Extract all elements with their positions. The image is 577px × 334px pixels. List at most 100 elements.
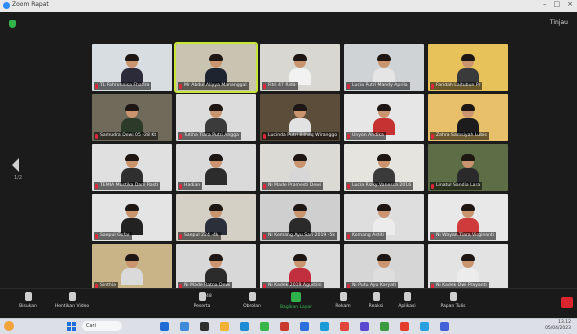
participant-tile[interactable]: Ni Wayan Tiara Virginanti	[428, 194, 508, 241]
participant-tile[interactable]: Fitri 47 Rida	[260, 44, 340, 91]
taskbar-app-icon[interactable]	[180, 322, 189, 331]
participant-video	[121, 254, 143, 285]
participant-tile[interactable]: Tutiha Tiara Putri Angga	[176, 94, 256, 141]
participant-tile[interactable]: Mr Abdul Aliyya Mananggal	[174, 42, 258, 93]
participant-video	[457, 254, 479, 285]
window-title: Zoom Rapat	[12, 1, 49, 8]
participant-name: Hadian	[184, 183, 201, 188]
muted-microphone-icon	[95, 183, 98, 189]
participant-name-label: Lucia Putri Mandy Aprila	[346, 82, 410, 90]
participant-tile[interactable]: Lucia Rizky Vanessa 2016	[344, 144, 424, 191]
participant-tile[interactable]: Unyon Andika	[344, 94, 424, 141]
taskbar-search[interactable]: Cari	[82, 321, 122, 331]
participant-tile[interactable]: TL Fahrunnisa Fhafira	[92, 44, 172, 91]
taskbar-app-icon[interactable]	[440, 322, 449, 331]
participant-video	[457, 204, 479, 235]
apps-button[interactable]: Aplikasi	[385, 292, 429, 309]
participant-name: Komang Astiti	[352, 233, 384, 238]
participant-name-label: Linatul Sandia Lara	[430, 182, 483, 190]
participant-video	[289, 204, 311, 235]
close-icon[interactable]: ×	[567, 0, 573, 8]
participant-name: Fitri 47 Rida	[268, 83, 296, 88]
taskbar-app-icon[interactable]	[360, 322, 369, 331]
participant-video	[457, 104, 479, 135]
participant-name-label: Tutiha Tiara Putri Angga	[178, 132, 241, 140]
participant-tile[interactable]: Lucinda Putri Bilhaq Wiranggo	[260, 94, 340, 141]
taskbar-app-icon[interactable]	[220, 322, 229, 331]
weather-icon[interactable]	[4, 321, 14, 331]
maximize-icon[interactable]: □	[554, 0, 561, 8]
participant-name: Ni Made Pramesti Dewi	[268, 183, 322, 188]
toolbar-label: Bagikan Layar	[279, 305, 313, 310]
taskbar-app-icon[interactable]	[320, 322, 329, 331]
participant-name: Mr Abdul Aliyya Mananggal	[184, 83, 247, 88]
taskbar-app-icon[interactable]	[260, 322, 269, 331]
participant-video	[121, 104, 143, 135]
start-button[interactable]	[67, 322, 76, 331]
participant-tile[interactable]: Ni Made Pramesti Dewi	[260, 144, 340, 191]
participant-tile[interactable]: Faridah Laitubun Pr	[428, 44, 508, 91]
reaction-icon	[372, 292, 380, 301]
page-indicator: 1/2	[14, 175, 23, 181]
muted-microphone-icon	[431, 83, 434, 89]
zoom-app-icon	[3, 2, 10, 9]
taskbar-app-icon[interactable]	[240, 322, 249, 331]
taskbar-app-icon[interactable]	[400, 322, 409, 331]
participant-video	[373, 54, 395, 85]
muted-microphone-icon	[347, 83, 350, 89]
muted-microphone-icon	[179, 133, 182, 139]
participant-name: Samudra Dewi 05 -28 Kt	[100, 133, 157, 138]
leave-button[interactable]	[561, 297, 573, 308]
view-button[interactable]: Tinjau	[550, 19, 568, 26]
participant-tile[interactable]: Komang Astiti	[344, 194, 424, 241]
participant-tile[interactable]: Linatul Sandia Lara	[428, 144, 508, 191]
participant-tile[interactable]: Ni Kadek Dwi Prayanti	[428, 244, 508, 291]
participant-tile[interactable]: Ni Kadek 2019 Agustini	[260, 244, 340, 291]
taskbar-app-icon[interactable]	[300, 322, 309, 331]
taskbar-app-icon[interactable]	[280, 322, 289, 331]
microphone-button[interactable]: Bisukan	[6, 292, 50, 309]
chat-button[interactable]: Obrolan	[230, 292, 274, 309]
previous-page-arrow-icon[interactable]	[12, 158, 19, 172]
whiteboard-button[interactable]: Papan Tulis	[431, 292, 475, 309]
participant-video	[373, 104, 395, 135]
camera-button[interactable]: Hentikan Video	[50, 292, 94, 309]
muted-microphone-icon	[179, 83, 182, 89]
participant-name-label: Lucinda Putri Bilhaq Wiranggo	[262, 132, 340, 140]
minimize-icon[interactable]: –	[543, 0, 547, 8]
participant-name-label: TL Fahrunnisa Fhafira	[94, 82, 152, 90]
participants-button[interactable]: 48 Peserta	[180, 292, 224, 309]
participant-tile[interactable]: Lucia Putri Mandy Aprila	[344, 44, 424, 91]
participant-tile[interactable]: Ni Made Ratna Dewi	[176, 244, 256, 291]
taskbar-app-icon[interactable]	[420, 322, 429, 331]
participant-tile[interactable]: Zahra Samsiyah Lubis	[428, 94, 508, 141]
participant-tile[interactable]: Saepul 224 -4k	[176, 194, 256, 241]
participant-tile[interactable]: Ni Putu Ayu Karyati	[344, 244, 424, 291]
participant-tile[interactable]: Hadian	[176, 144, 256, 191]
security-shield-icon[interactable]	[9, 20, 16, 28]
participant-name: Linatul Sandia Lara	[436, 183, 481, 188]
taskbar-app-icon[interactable]	[340, 322, 349, 331]
participant-video	[205, 104, 227, 135]
muted-microphone-icon	[263, 183, 266, 189]
participant-name-label: Saepul 224 -4k	[178, 232, 221, 240]
taskbar-app-icon[interactable]	[380, 322, 389, 331]
toolbar-label: Bisukan	[19, 304, 37, 309]
taskbar-app-icon[interactable]	[200, 322, 209, 331]
taskbar-app-icon[interactable]	[160, 322, 169, 331]
window-controls: – □ ×	[543, 0, 573, 8]
participant-name-label: Saepul Gofar	[94, 232, 132, 240]
participant-name-label: Fitri 47 Rida	[262, 82, 298, 90]
participant-video	[289, 254, 311, 285]
share-screen-button[interactable]: Bagikan Layar	[274, 292, 318, 310]
system-tray-clock[interactable]: 13.12 05/04/2023	[545, 320, 571, 332]
participant-tile[interactable]: Sinthia	[92, 244, 172, 291]
participant-tile[interactable]: Saepul Gofar	[92, 194, 172, 241]
participants-icon	[198, 292, 206, 301]
muted-microphone-icon	[263, 233, 266, 239]
windows-taskbar: Cari 13.12 05/04/2023	[0, 318, 577, 334]
participant-tile[interactable]: TEMIA Mustika Dani Rasti	[92, 144, 172, 191]
participant-tile[interactable]: Samudra Dewi 05 -28 Kt	[92, 94, 172, 141]
participant-tile[interactable]: Ni Komang Ayu Sari 2019 -5k	[260, 194, 340, 241]
participant-name-label: Ni Made Pramesti Dewi	[262, 182, 324, 190]
